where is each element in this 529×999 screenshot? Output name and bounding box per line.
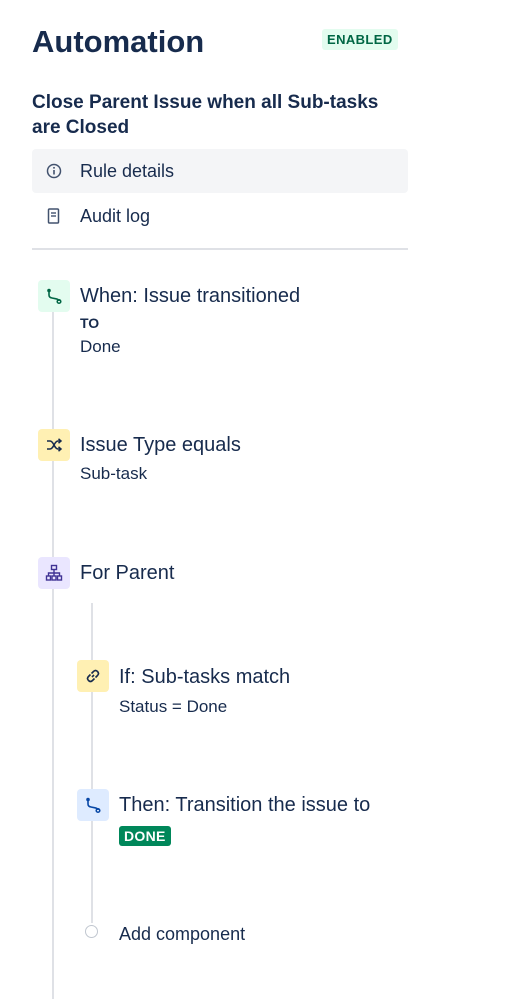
info-icon: [46, 163, 62, 179]
add-component-dot[interactable]: [85, 925, 98, 938]
condition-icon[interactable]: [38, 429, 70, 461]
trigger-keyword: TO: [80, 315, 100, 331]
rule-timeline: [52, 312, 54, 999]
branch-icon[interactable]: [38, 557, 70, 589]
action-icon[interactable]: [77, 789, 109, 821]
branch-condition-value: Status = Done: [119, 697, 228, 716]
status-lozenge: DONE: [119, 826, 171, 846]
action-title[interactable]: Then: Transition the issue to: [119, 792, 370, 818]
branch-condition-title[interactable]: If: Sub-tasks match: [119, 664, 290, 690]
condition-value: Sub-task: [80, 464, 148, 483]
branch-title[interactable]: For Parent: [80, 560, 174, 586]
branch-timeline: [91, 603, 93, 923]
rule-name: Close Parent Issue when all Sub-tasks ar…: [32, 92, 379, 138]
document-icon: [46, 207, 62, 224]
trigger-icon[interactable]: [38, 280, 70, 312]
status-badge: ENABLED: [322, 29, 398, 50]
nav-label: Rule details: [80, 160, 175, 181]
divider: [32, 248, 408, 250]
trigger-title[interactable]: When: Issue transitioned: [80, 283, 300, 309]
page-title: Automation: [32, 24, 205, 59]
nav-item-audit-log[interactable]: Audit log: [32, 194, 408, 238]
add-component-button[interactable]: Add component: [119, 922, 245, 946]
condition-title[interactable]: Issue Type equals: [80, 432, 241, 458]
branch-condition-icon[interactable]: [77, 660, 109, 692]
trigger-value: Done: [80, 337, 121, 356]
nav-label: Audit log: [80, 205, 151, 226]
nav-item-rule-details[interactable]: Rule details: [32, 149, 408, 193]
